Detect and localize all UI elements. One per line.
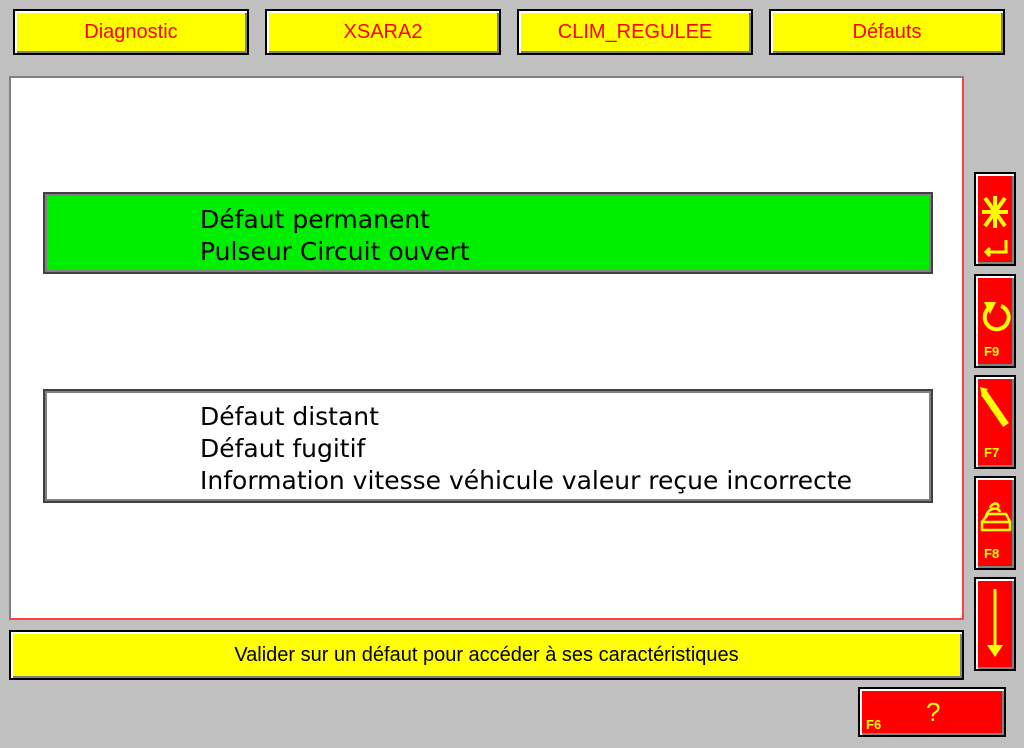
tab-faults[interactable]: Défauts (769, 9, 1005, 55)
scroll-down-button[interactable] (974, 577, 1016, 671)
key-label: F7 (984, 445, 1000, 460)
edit-button[interactable]: F7 (974, 375, 1016, 469)
print-button[interactable]: F8 (974, 476, 1016, 570)
fault-item-selected[interactable]: Défaut permanent Pulseur Circuit ouvert (43, 192, 933, 274)
help-button[interactable]: ? F6 (858, 687, 1006, 737)
refresh-button[interactable]: F9 (974, 274, 1016, 368)
tab-ecu[interactable]: CLIM_REGULEE (517, 9, 753, 55)
key-label: F6 (866, 717, 882, 732)
cancel-enter-button[interactable] (974, 172, 1016, 266)
fault-description: Pulseur Circuit ouvert (200, 237, 470, 266)
fault-type: Défaut distant (200, 402, 379, 431)
fault-description: Information vitesse véhicule valeur reçu… (200, 466, 853, 495)
fault-item[interactable]: Défaut distant Défaut fugitif Informatio… (43, 389, 933, 503)
help-symbol: ? (926, 697, 941, 727)
cancel-enter-icon (982, 196, 1008, 258)
arrow-down-icon (987, 589, 1003, 657)
key-label: F9 (984, 344, 1000, 359)
tab-vehicle[interactable]: XSARA2 (265, 9, 501, 55)
fault-subtype: Défaut fugitif (200, 434, 366, 463)
key-label: F8 (984, 546, 1000, 561)
status-message: Valider sur un défaut pour accéder à ses… (9, 630, 964, 680)
fault-type: Défaut permanent (200, 205, 430, 234)
tab-diagnostic[interactable]: Diagnostic (13, 9, 249, 55)
fault-list-panel: Défaut permanent Pulseur Circuit ouvert … (9, 76, 964, 620)
